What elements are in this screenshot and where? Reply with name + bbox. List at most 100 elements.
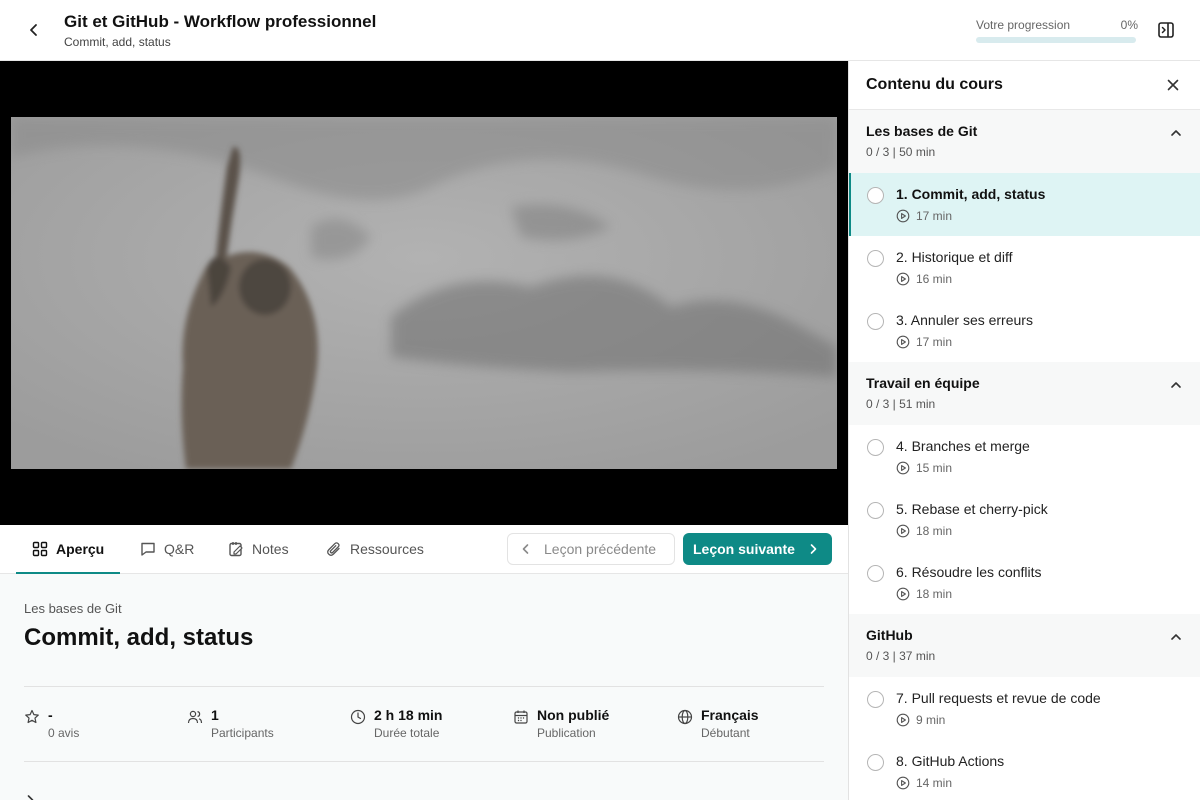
lesson-section-name: Les bases de Git (24, 601, 122, 616)
tab-notes[interactable]: Notes (212, 525, 305, 572)
next-lesson-button[interactable]: Leçon suivante (683, 533, 832, 565)
lesson-complete-checkbox[interactable] (867, 565, 884, 582)
lesson-item-label: 7. Pull requests et revue de code (896, 690, 1101, 706)
play-circle-icon (896, 587, 910, 601)
lesson-tabs: Aperçu Q&R Notes Ressources Leçon précéd… (0, 525, 848, 574)
lesson-duration: 14 min (896, 776, 952, 790)
lesson-item-label: 5. Rebase et cherry-pick (896, 501, 1048, 517)
paperclip-icon (327, 541, 340, 556)
description-toggle[interactable] (24, 794, 36, 800)
users-icon (187, 710, 203, 724)
lesson-item-label: 2. Historique et diff (896, 249, 1013, 265)
tab-label: Aperçu (56, 540, 105, 557)
stat-label: Débutant (701, 726, 750, 740)
globe-icon (677, 709, 693, 725)
play-circle-icon (896, 713, 910, 727)
lesson-complete-checkbox[interactable] (867, 691, 884, 708)
lesson-item-4[interactable]: 4. Branches et merge 15 min (849, 425, 1200, 488)
toggle-sidebar-button[interactable] (1155, 19, 1177, 41)
section-title: GitHub (866, 627, 913, 643)
divider (24, 761, 824, 762)
lesson-item-1[interactable]: 1. Commit, add, status 17 min (849, 173, 1200, 236)
lesson-item-5[interactable]: 5. Rebase et cherry-pick 18 min (849, 488, 1200, 551)
section-meta: 0 / 3 | 50 min (866, 145, 936, 159)
lesson-item-label: 8. GitHub Actions (896, 753, 1005, 769)
lesson-item-2[interactable]: 2. Historique et diff 16 min (849, 236, 1200, 299)
tab-label: Q&R (164, 540, 195, 557)
tab-label: Ressources (350, 540, 424, 557)
clock-icon (350, 709, 366, 725)
close-sidebar-button[interactable] (1165, 77, 1181, 93)
lesson-item-label: 4. Branches et merge (896, 438, 1030, 454)
current-lesson-subtitle: Commit, add, status (64, 35, 171, 49)
video-frame[interactable] (11, 117, 837, 469)
chevron-left-icon (522, 544, 529, 554)
lesson-item-label: 6. Résoudre les conflits (896, 564, 1042, 580)
lesson-item-6[interactable]: 6. Résoudre les conflits 18 min (849, 551, 1200, 614)
stat-value: - (48, 707, 53, 723)
chevron-up-icon (1171, 634, 1181, 640)
lesson-item-8[interactable]: 8. GitHub Actions 14 min (849, 740, 1200, 800)
lesson-complete-checkbox[interactable] (867, 439, 884, 456)
lesson-duration: 18 min (896, 587, 952, 601)
play-circle-icon (896, 335, 910, 349)
video-player[interactable] (0, 61, 848, 525)
stat-label: Participants (211, 726, 274, 740)
lesson-duration: 17 min (896, 335, 952, 349)
chevron-up-icon (1171, 382, 1181, 388)
tab-apercu[interactable]: Aperçu (16, 525, 121, 574)
lesson-item-3[interactable]: 3. Annuler ses erreurs 17 min (849, 299, 1200, 362)
top-bar: Git et GitHub - Workflow professionnel C… (0, 0, 1200, 61)
stat-value: 1 (211, 707, 219, 723)
section-header-github[interactable]: GitHub 0 / 3 | 37 min (849, 614, 1200, 677)
lesson-duration: 9 min (896, 713, 945, 727)
overview-panel: Les bases de Git Commit, add, status - 0… (0, 574, 848, 800)
chat-icon (141, 542, 155, 556)
tab-label: Notes (252, 540, 289, 557)
stat-label: Publication (537, 726, 596, 740)
section-title: Travail en équipe (866, 375, 980, 391)
lesson-complete-checkbox[interactable] (867, 754, 884, 771)
chevron-left-icon (30, 24, 37, 36)
progress-value: 0% (1120, 18, 1138, 32)
duration-text: 16 min (916, 272, 953, 286)
sidebar-panel-icon (1158, 22, 1174, 38)
play-circle-icon (896, 461, 910, 475)
lesson-duration: 17 min (896, 209, 952, 223)
section-header-les-bases-de-git[interactable]: Les bases de Git 0 / 3 | 50 min (849, 110, 1200, 173)
section-meta: 0 / 3 | 37 min (866, 649, 936, 663)
chevron-right-icon (27, 795, 34, 800)
duration-text: 17 min (916, 335, 953, 349)
sidebar-title: Contenu du cours (866, 76, 1003, 93)
lesson-complete-checkbox[interactable] (867, 250, 884, 267)
section-title: Les bases de Git (866, 123, 978, 139)
duration-text: 17 min (916, 209, 953, 223)
play-circle-icon (896, 209, 910, 223)
previous-lesson-label: Leçon précédente (544, 541, 657, 557)
sidebar-header: Contenu du cours (849, 61, 1200, 110)
grid-icon (32, 541, 48, 556)
play-circle-icon (896, 524, 910, 538)
lesson-duration: 16 min (896, 272, 952, 286)
stat-value: Non publié (537, 707, 610, 723)
back-button[interactable] (22, 18, 46, 42)
lesson-item-label: 1. Commit, add, status (896, 186, 1046, 202)
duration-text: 15 min (916, 461, 953, 475)
video-still-image (11, 117, 837, 469)
lesson-complete-checkbox[interactable] (867, 313, 884, 330)
duration-text: 18 min (916, 587, 953, 601)
star-icon (25, 709, 39, 724)
lesson-duration: 15 min (896, 461, 952, 475)
progress-bar (976, 37, 1136, 43)
tab-ressources[interactable]: Ressources (310, 525, 440, 572)
lesson-duration: 18 min (896, 524, 952, 538)
lesson-item-7[interactable]: 7. Pull requests et revue de code 9 min (849, 677, 1200, 740)
section-header-travail-en-equipe[interactable]: Travail en équipe 0 / 3 | 51 min (849, 362, 1200, 425)
calendar-icon (514, 710, 528, 724)
lesson-title: Commit, add, status (24, 624, 254, 651)
lesson-complete-checkbox[interactable] (867, 187, 884, 204)
previous-lesson-button[interactable]: Leçon précédente (507, 533, 675, 565)
tab-qr[interactable]: Q&R (124, 525, 210, 572)
lesson-complete-checkbox[interactable] (867, 502, 884, 519)
duration-text: 18 min (916, 524, 953, 538)
